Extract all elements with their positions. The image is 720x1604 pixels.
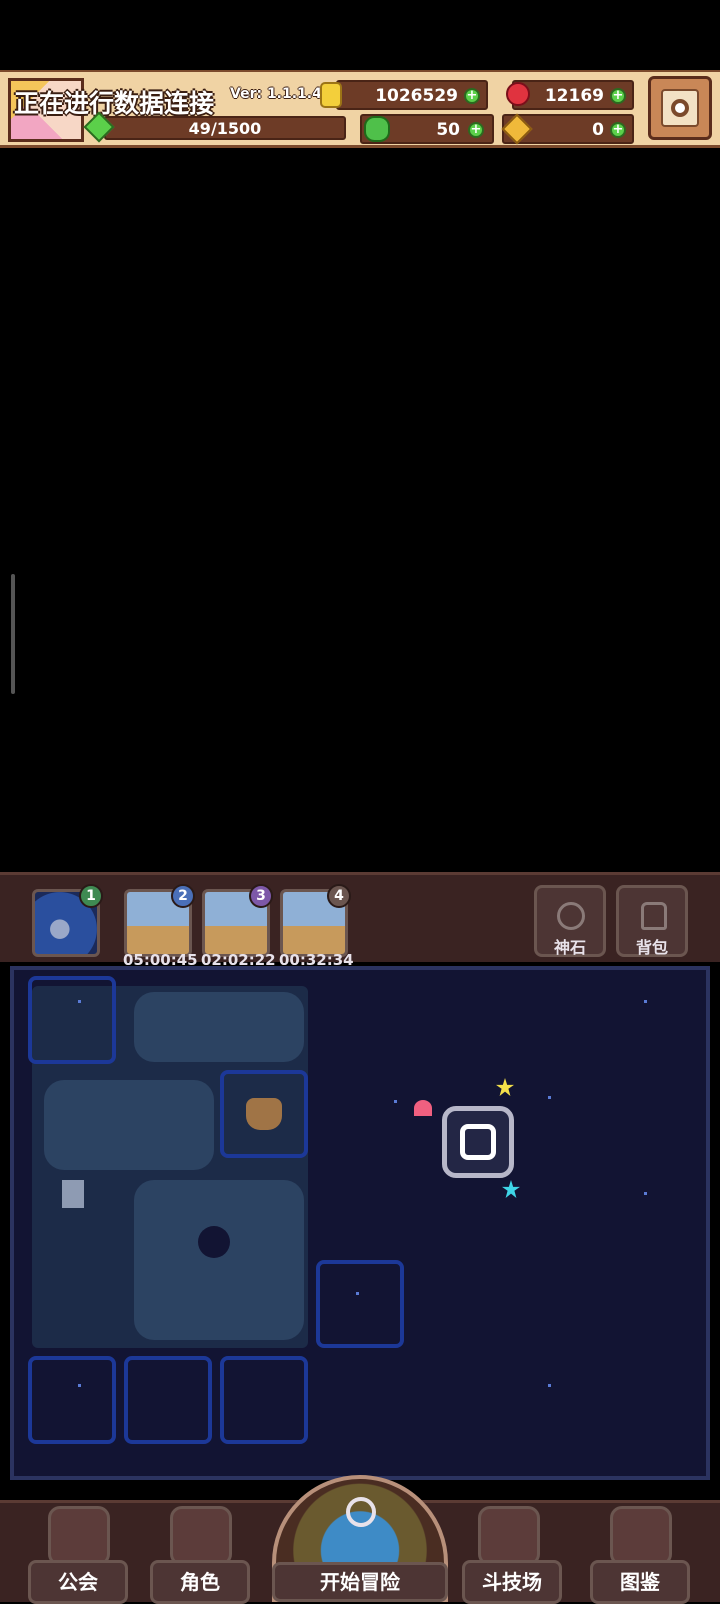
star-sparkle — [644, 1192, 647, 1195]
ladder-icon — [62, 1180, 84, 1208]
backpack-icon — [641, 902, 667, 930]
cave-passage — [134, 1180, 304, 1340]
star-sparkle — [644, 1000, 647, 1003]
star-sparkle — [548, 1384, 551, 1387]
backpack-button[interactable]: 背包 — [616, 885, 688, 957]
character-label: 角色 — [180, 1570, 220, 1594]
expedition-slot-3[interactable]: 3 — [202, 884, 273, 957]
map-tile[interactable] — [28, 976, 116, 1064]
horned-helmet-icon — [246, 1098, 282, 1130]
exp-value: 49/1500 — [188, 119, 262, 138]
arena-label: 斗技场 — [482, 1570, 542, 1594]
add-key-icon[interactable]: + — [610, 122, 626, 138]
expedition-slot-1[interactable]: 1 — [32, 884, 103, 957]
top-hud: 正在进行数据连接 Ver: 1.1.1.4 49/1500 1026529 + … — [0, 70, 720, 148]
star-sparkle — [394, 1100, 397, 1103]
slot-badge: 1 — [79, 884, 103, 908]
add-clover-icon[interactable]: + — [468, 122, 484, 138]
slot-badge: 2 — [171, 884, 195, 908]
heart-sparkle-icon — [414, 1100, 432, 1116]
map-tile-helmet[interactable] — [220, 1070, 308, 1158]
character-button[interactable]: 角色 — [150, 1560, 250, 1604]
add-gem-icon[interactable]: + — [610, 88, 626, 104]
settings-gear-icon — [661, 89, 699, 127]
codex-button[interactable]: 图鉴 — [590, 1560, 690, 1604]
scroll-indicator — [11, 574, 15, 694]
settings-button[interactable] — [648, 76, 712, 140]
gold-value: 1026529 — [375, 86, 458, 106]
god-stone-label: 神石 — [553, 938, 586, 957]
star-sparkle — [78, 1384, 81, 1387]
guild-button[interactable]: 公会 — [28, 1560, 128, 1604]
portal-icon[interactable] — [442, 1106, 514, 1178]
map-tile[interactable] — [28, 1356, 116, 1444]
cave-passage — [44, 1080, 214, 1170]
book-icon — [610, 1506, 672, 1566]
add-gold-icon[interactable]: + — [464, 88, 480, 104]
gem-value: 12169 — [544, 86, 604, 106]
expedition-panel: 1 2 05:00:45 3 02:02:22 4 00:32:34 神石 背包 — [0, 872, 720, 969]
cave-hole — [198, 1226, 230, 1258]
shop-icon — [48, 1506, 110, 1566]
expedition-slot-4[interactable]: 4 — [280, 884, 351, 957]
gem-bar: 12169 + — [512, 80, 634, 110]
map-tile[interactable] — [124, 1356, 212, 1444]
connection-status-text: 正在进行数据连接 — [14, 89, 215, 118]
slot-badge: 3 — [249, 884, 273, 908]
character-icon — [170, 1506, 232, 1566]
map-tile[interactable] — [220, 1356, 308, 1444]
cave-passage — [134, 992, 304, 1062]
map-tile[interactable] — [316, 1260, 404, 1348]
arena-button[interactable]: 斗技场 — [462, 1560, 562, 1604]
adventure-label-box[interactable]: 开始冒险 — [272, 1562, 448, 1602]
guild-label: 公会 — [58, 1570, 98, 1594]
codex-label: 图鉴 — [620, 1570, 660, 1594]
magnifier-icon — [346, 1497, 376, 1527]
version-text: Ver: 1.1.1.4 — [230, 86, 322, 102]
coin-icon — [320, 82, 342, 108]
clover-icon — [364, 116, 390, 142]
swords-icon — [478, 1506, 540, 1566]
gold-bar: 1026529 + — [336, 80, 488, 110]
backpack-label: 背包 — [635, 938, 668, 957]
red-gem-icon — [506, 82, 530, 106]
adventure-label: 开始冒险 — [320, 1570, 400, 1594]
slot-badge: 4 — [327, 884, 351, 908]
exp-bar: 49/1500 — [104, 116, 346, 140]
dungeon-map[interactable] — [10, 966, 710, 1480]
clover-value: 50 — [436, 120, 460, 140]
star-sparkle — [78, 1000, 81, 1003]
god-stone-icon — [557, 902, 585, 930]
expedition-slot-2[interactable]: 2 — [124, 884, 195, 957]
key-value: 0 — [592, 120, 604, 140]
god-stone-button[interactable]: 神石 — [534, 885, 606, 957]
star-sparkle — [356, 1292, 359, 1295]
star-sparkle — [548, 1096, 551, 1099]
